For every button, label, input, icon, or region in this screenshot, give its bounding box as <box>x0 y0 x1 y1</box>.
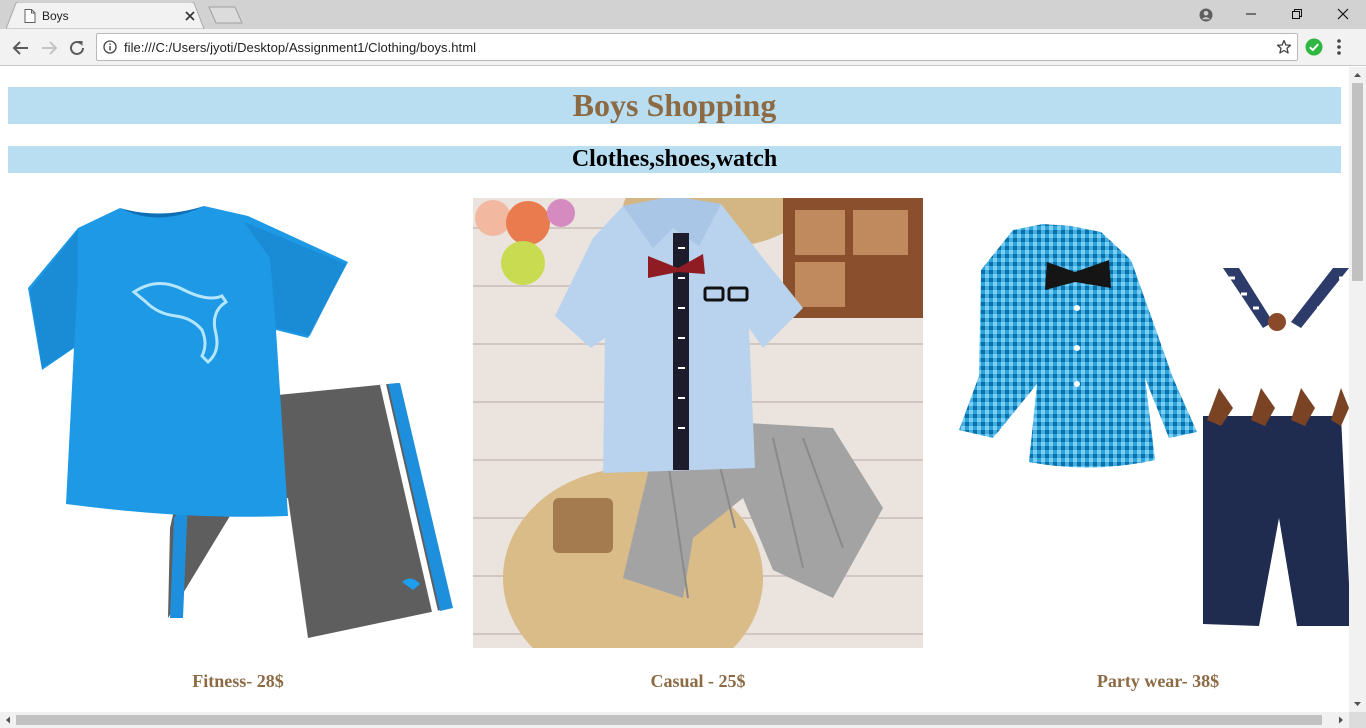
new-tab-button[interactable] <box>208 6 244 29</box>
back-button[interactable] <box>10 37 32 59</box>
forward-button[interactable] <box>38 37 60 59</box>
menu-more-icon[interactable] <box>1336 38 1342 61</box>
reload-button[interactable] <box>66 37 88 59</box>
casual-outfit-illustration <box>473 198 923 648</box>
page-viewport: Boys Shopping Clothes,shoes,watch Fitnes… <box>0 67 1349 712</box>
product-image-casual[interactable] <box>473 198 923 648</box>
browser-toolbar: file:///C:/Users/jyoti/Desktop/Assignmen… <box>0 29 1366 66</box>
product-caption-party-wear: Party wear- 38$ <box>1096 671 1220 691</box>
back-arrow-icon <box>12 41 28 55</box>
scrollbar-corner <box>1349 712 1366 728</box>
product-caption-casual: Casual - 25$ <box>650 671 746 691</box>
minimize-button[interactable] <box>1228 0 1274 29</box>
restore-button[interactable] <box>1274 0 1320 29</box>
tab-title: Boys <box>42 9 69 23</box>
product-caption-fitness: Fitness- 28$ <box>192 671 284 691</box>
info-icon[interactable] <box>103 40 117 59</box>
product-image-party-wear[interactable] <box>941 198 1349 648</box>
vertical-scroll-thumb[interactable] <box>1352 83 1363 281</box>
restore-icon <box>1292 9 1302 19</box>
close-window-button[interactable] <box>1320 0 1366 29</box>
scroll-left-icon[interactable] <box>0 712 16 728</box>
vertical-scrollbar[interactable] <box>1349 67 1366 712</box>
tab-strip: Boys <box>0 0 1366 30</box>
page-title: Boys Shopping <box>8 87 1341 124</box>
scroll-right-icon[interactable] <box>1333 712 1349 728</box>
reload-icon <box>70 40 84 55</box>
minimize-icon <box>1246 13 1256 15</box>
close-tab-icon[interactable] <box>182 8 198 24</box>
party-wear-illustration <box>941 198 1349 648</box>
extension-check-icon[interactable] <box>1305 38 1323 61</box>
page-subtitle: Clothes,shoes,watch <box>8 146 1341 173</box>
product-image-fitness[interactable] <box>8 198 458 648</box>
document-icon <box>24 9 36 28</box>
close-icon <box>1337 8 1349 20</box>
forward-arrow-icon <box>42 41 58 55</box>
profile-button[interactable] <box>1182 0 1228 29</box>
browser-tab[interactable]: Boys <box>6 2 205 30</box>
horizontal-scrollbar[interactable] <box>0 712 1349 728</box>
fitness-outfit-illustration <box>8 198 458 648</box>
address-bar[interactable]: file:///C:/Users/jyoti/Desktop/Assignmen… <box>96 33 1298 61</box>
bookmark-star-icon[interactable] <box>1276 39 1292 60</box>
url-text[interactable]: file:///C:/Users/jyoti/Desktop/Assignmen… <box>124 40 476 55</box>
scroll-down-icon[interactable] <box>1349 696 1366 712</box>
scroll-up-icon[interactable] <box>1349 67 1366 83</box>
horizontal-scroll-thumb[interactable] <box>16 715 1322 725</box>
profile-icon <box>1199 8 1213 22</box>
